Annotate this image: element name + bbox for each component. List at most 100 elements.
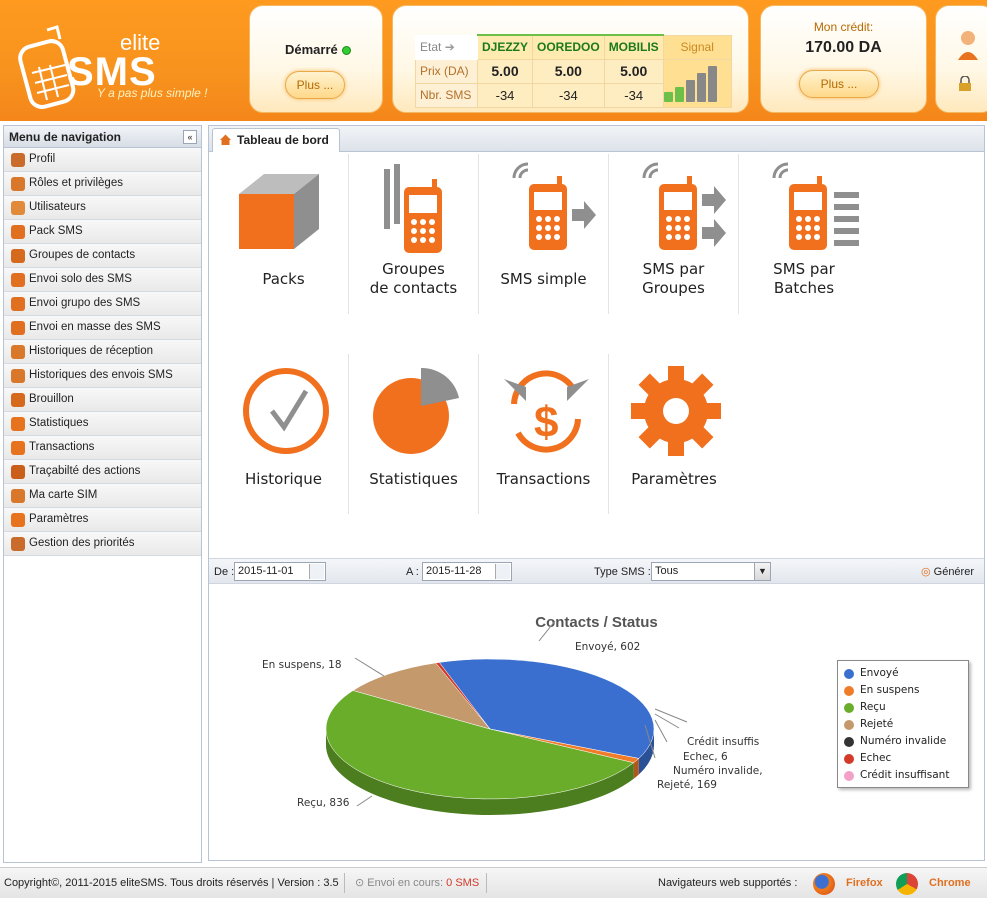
nav-item-icon <box>11 537 25 551</box>
chrome-icon[interactable] <box>896 873 918 895</box>
user-avatar-icon[interactable] <box>956 28 986 64</box>
credit-label: Mon crédit: <box>813 20 874 34</box>
tile-8[interactable]: Paramètres <box>609 354 739 514</box>
callout-recu: Reçu, 836 <box>297 797 350 809</box>
nav-item-6[interactable]: Envoi grupo des SMS <box>4 292 201 316</box>
nav-item-label: Pack SMS <box>29 225 83 237</box>
credit-more-button[interactable]: Plus ... <box>799 70 879 98</box>
tile-1[interactable]: Groupes de contacts <box>349 154 479 314</box>
legend-label: Rejeté <box>860 718 894 730</box>
prix-ooredoo: 5.00 <box>532 58 605 84</box>
nav-item-icon <box>11 417 25 431</box>
legend-item[interactable]: Crédit insuffisant <box>844 767 949 784</box>
tile-3[interactable]: SMS par Groupes <box>609 154 739 314</box>
nav-item-7[interactable]: Envoi en masse des SMS <box>4 316 201 340</box>
nav-item-icon <box>11 489 25 503</box>
callout-invalide: Numéro invalide, <box>673 765 763 777</box>
type-sms-label: Type SMS : <box>594 566 651 578</box>
etat-label: Etat ➔ <box>415 34 478 60</box>
nav-item-4[interactable]: Groupes de contacts <box>4 244 201 268</box>
elitesms-logo[interactable]: elite SMS Y a pas plus simple ! <box>12 20 232 116</box>
tab-tableau-de-bord[interactable]: Tableau de bord <box>212 128 340 152</box>
tab-label: Tableau de bord <box>237 133 329 147</box>
nav-item-10[interactable]: Brouillon <box>4 388 201 412</box>
nav-item-2[interactable]: Utilisateurs <box>4 196 201 220</box>
callout-line <box>538 620 556 642</box>
nav-item-icon <box>11 249 25 263</box>
chrome-link[interactable]: Chrome <box>929 868 971 898</box>
service-status: Démarré <box>285 42 351 57</box>
operator-ooredoo[interactable]: OOREDOO <box>532 34 605 60</box>
legend-item[interactable]: En suspens <box>844 682 920 699</box>
legend-item[interactable]: Echec <box>844 750 892 767</box>
tile-label-line2: Batches <box>773 279 835 297</box>
calendar-icon[interactable] <box>309 564 324 579</box>
legend-marker-icon <box>844 771 854 781</box>
legend-item[interactable]: Envoyé <box>844 665 899 682</box>
nav-item-11[interactable]: Statistiques <box>4 412 201 436</box>
navigation-menu: Menu de navigation « Profil Rôles et priv… <box>3 125 202 863</box>
nav-item-14[interactable]: Ma carte SIM <box>4 484 201 508</box>
chevron-down-icon[interactable]: ▼ <box>754 563 770 580</box>
tile-6[interactable]: Statistiques <box>349 354 479 514</box>
legend-marker-icon <box>844 669 854 679</box>
collapse-nav-button[interactable]: « <box>183 130 197 144</box>
filter-bar: De : 2015-11-01 A : 2015-11-28 Type SMS … <box>209 558 984 584</box>
tile-4[interactable]: SMS par Batches <box>739 154 869 314</box>
envoi-status: ⊙ Envoi en cours: 0 SMS <box>355 877 480 889</box>
nav-item-9[interactable]: Historiques des envois SMS <box>4 364 201 388</box>
nav-item-1[interactable]: Rôles et privilèges <box>4 172 201 196</box>
nav-item-icon <box>11 321 25 335</box>
calendar-icon[interactable] <box>495 564 510 579</box>
operator-djezzy[interactable]: DJEZZY <box>476 34 534 60</box>
nav-item-13[interactable]: Traçabilté des actions <box>4 460 201 484</box>
nav-item-12[interactable]: Transactions <box>4 436 201 460</box>
nav-item-icon <box>11 441 25 455</box>
nav-item-icon <box>11 393 25 407</box>
tile-7[interactable]: $ Transactions <box>479 354 609 514</box>
nav-item-16[interactable]: Gestion des priorités <box>4 532 201 556</box>
tile-icon <box>384 164 442 253</box>
status-more-button[interactable]: Plus ... <box>285 71 345 99</box>
nav-item-15[interactable]: Paramètres <box>4 508 201 532</box>
firefox-link[interactable]: Firefox <box>846 868 883 898</box>
from-date-input[interactable]: 2015-11-01 <box>234 562 326 581</box>
nav-item-label: Envoi grupo des SMS <box>29 297 141 309</box>
legend-marker-icon <box>844 703 854 713</box>
type-sms-select[interactable]: Tous ▼ <box>651 562 771 581</box>
credit-value: 170.00 DA <box>805 39 882 56</box>
chart-legend: Envoyé En suspens Reçu Rejeté Numéro invalid… <box>837 660 969 788</box>
nav-item-0[interactable]: Profil <box>4 148 201 172</box>
tile-2[interactable]: SMS simple <box>479 154 609 314</box>
nbr-label: Nbr. SMS <box>415 82 478 108</box>
tile-label: Transactions <box>496 470 591 488</box>
nav-item-label: Historiques des envois SMS <box>29 369 173 381</box>
svg-text:$: $ <box>534 398 558 447</box>
legend-item[interactable]: Numéro invalide <box>844 733 946 750</box>
legend-item[interactable]: Rejeté <box>844 716 894 733</box>
nav-item-icon <box>11 273 25 287</box>
tile-icon <box>243 368 329 454</box>
firefox-icon[interactable] <box>813 873 835 895</box>
nbr-ooredoo: -34 <box>532 82 605 108</box>
nav-item-8[interactable]: Historiques de réception <box>4 340 201 364</box>
tile-icon <box>239 174 319 249</box>
tile-5[interactable]: Historique <box>219 354 349 514</box>
legend-item[interactable]: Reçu <box>844 699 886 716</box>
legend-label: En suspens <box>860 684 920 696</box>
nbr-mobilis: -34 <box>603 82 664 108</box>
lock-icon[interactable] <box>958 76 972 92</box>
nav-item-3[interactable]: Pack SMS <box>4 220 201 244</box>
tile-0[interactable]: Packs <box>219 154 349 314</box>
browsers-label: Navigateurs web supportés : <box>658 877 798 889</box>
logo-tagline: Y a pas plus simple ! <box>97 86 208 100</box>
generate-button[interactable]: ◎ Générer <box>921 565 974 578</box>
nav-item-5[interactable]: Envoi solo des SMS <box>4 268 201 292</box>
legend-label: Echec <box>860 752 892 764</box>
nav-item-label: Ma carte SIM <box>29 489 98 501</box>
app-header: elite SMS Y a pas plus simple ! Démarré … <box>0 0 987 121</box>
nav-item-icon <box>11 513 25 527</box>
footer-divider <box>344 873 345 893</box>
to-date-input[interactable]: 2015-11-28 <box>422 562 512 581</box>
operator-mobilis[interactable]: MOBILIS <box>603 34 664 60</box>
